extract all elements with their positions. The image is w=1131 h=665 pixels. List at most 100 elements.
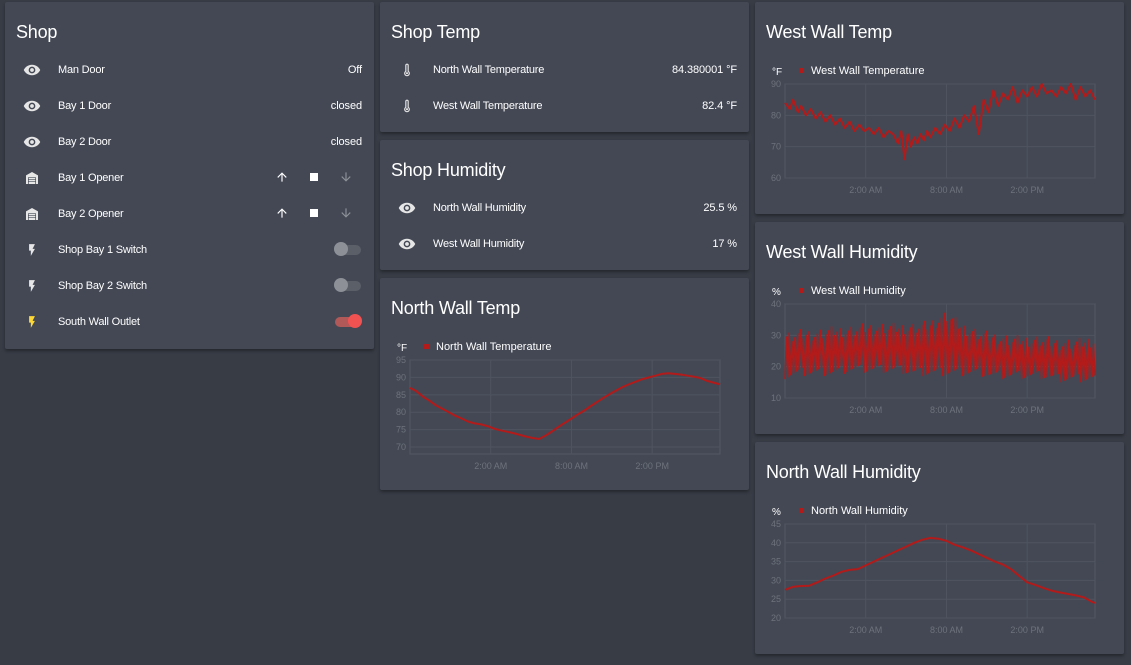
card-title: Shop — [16, 22, 58, 42]
eye-icon — [20, 130, 44, 154]
stop-cover-button[interactable] — [298, 166, 330, 190]
toggle-knob — [334, 278, 348, 292]
x-tick-label: 2:00 AM — [849, 185, 882, 195]
y-tick-label: 40 — [771, 299, 781, 309]
cover-controls — [266, 166, 362, 190]
north-wall-temp-card[interactable]: North Wall Temp °F North Wall Temperature… — [380, 278, 749, 490]
north-wall-humidity-card[interactable]: North Wall Humidity % North Wall Humidity… — [755, 442, 1124, 654]
entity-row: West Wall Temperature 82.4 °F — [380, 88, 749, 124]
legend-label[interactable]: West Wall Humidity — [811, 285, 906, 297]
y-tick-label: 90 — [771, 79, 781, 89]
eye-icon — [395, 196, 419, 220]
close-cover-button[interactable] — [330, 166, 362, 190]
x-tick-label: 8:00 AM — [555, 461, 588, 471]
y-tick-label: 80 — [771, 110, 781, 120]
stop-icon — [308, 207, 320, 222]
entity-label: South Wall Outlet — [58, 316, 140, 328]
series-line — [784, 83, 1096, 161]
entity-state: closed — [330, 100, 362, 112]
west-wall-humidity-card[interactable]: West Wall Humidity % West Wall Humidity 10… — [755, 222, 1124, 434]
y-tick-label: 30 — [771, 330, 781, 340]
entity-row: Bay 2 Door closed — [5, 124, 374, 160]
y-tick-label: 30 — [771, 575, 781, 585]
series-line — [784, 536, 1096, 604]
garage-icon — [20, 166, 44, 190]
toggle-switch[interactable] — [334, 240, 362, 260]
north-wall-humidity-chart[interactable]: % North Wall Humidity 20 25 30 35 40 45 2:00 AM 8… — [755, 442, 1124, 654]
entity-state: 84.380001 °F — [672, 64, 737, 76]
legend-swatch — [799, 288, 804, 293]
open-cover-button[interactable] — [266, 202, 298, 226]
x-tick-label: 2:00 PM — [1010, 405, 1044, 415]
y-tick-label: 80 — [396, 407, 406, 417]
entity-row: North Wall Humidity 25.5 % — [380, 190, 749, 226]
unit-label: % — [772, 287, 781, 298]
y-tick-label: 90 — [396, 372, 406, 382]
y-tick-label: 60 — [771, 173, 781, 183]
entity-row: West Wall Humidity 17 % — [380, 226, 749, 262]
y-tick-label: 20 — [771, 362, 781, 372]
stop-cover-button[interactable] — [298, 202, 330, 226]
eye-icon — [20, 94, 44, 118]
thermometer-icon — [395, 58, 419, 82]
series-line — [784, 312, 1096, 383]
west-wall-temp-card[interactable]: West Wall Temp °F West Wall Temperature 60… — [755, 2, 1124, 214]
cover-controls — [266, 202, 362, 226]
entity-state: 82.4 °F — [702, 100, 737, 112]
thermometer-icon — [395, 94, 419, 118]
eye-icon — [20, 58, 44, 82]
entity-row[interactable]: Bay 2 Opener — [5, 196, 374, 232]
toggle-knob — [348, 314, 362, 328]
x-tick-label: 2:00 PM — [635, 461, 669, 471]
north-wall-temp-chart[interactable]: °F North Wall Temperature 70 75 80 85 90 95 2:00… — [380, 278, 749, 490]
arrow-down-icon — [339, 170, 353, 187]
legend-label[interactable]: North Wall Humidity — [811, 505, 908, 517]
open-cover-button[interactable] — [266, 166, 298, 190]
x-tick-label: 2:00 AM — [849, 405, 882, 415]
x-tick-label: 2:00 AM — [474, 461, 507, 471]
y-tick-label: 85 — [396, 390, 406, 400]
lightning-icon — [20, 310, 44, 334]
y-tick-label: 20 — [771, 613, 781, 623]
shop-humidity-card: Shop Humidity North Wall Humidity 25.5 % W… — [380, 140, 749, 270]
y-tick-label: 40 — [771, 538, 781, 548]
entity-row: Bay 1 Door closed — [5, 88, 374, 124]
toggle-switch[interactable] — [334, 312, 362, 332]
y-tick-label: 95 — [396, 355, 406, 365]
garage-icon — [20, 202, 44, 226]
west-wall-humidity-chart[interactable]: % West Wall Humidity 10 20 30 40 2:00 AM 8:00 A… — [755, 222, 1124, 434]
arrow-up-icon — [275, 206, 289, 223]
unit-label: °F — [772, 67, 782, 78]
entity-state: closed — [330, 136, 362, 148]
close-cover-button[interactable] — [330, 202, 362, 226]
stop-icon — [308, 171, 320, 186]
entity-label: Bay 1 Opener — [58, 172, 124, 184]
entity-state: 25.5 % — [703, 202, 737, 214]
entity-label: West Wall Humidity — [433, 238, 525, 250]
y-tick-label: 70 — [396, 442, 406, 452]
y-tick-label: 35 — [771, 557, 781, 567]
series-spikes — [784, 312, 1096, 383]
entity-row[interactable]: Shop Bay 1 Switch — [5, 232, 374, 268]
y-tick-label: 10 — [771, 393, 781, 403]
entity-state: 17 % — [712, 238, 737, 250]
eye-icon — [395, 232, 419, 256]
entity-label: Bay 2 Door — [58, 136, 112, 148]
entity-row[interactable]: South Wall Outlet — [5, 304, 374, 340]
legend-swatch — [799, 68, 804, 73]
entity-row: North Wall Temperature 84.380001 °F — [380, 52, 749, 88]
legend-label[interactable]: North Wall Temperature — [436, 341, 552, 353]
entity-row[interactable]: Bay 1 Opener — [5, 160, 374, 196]
entity-row[interactable]: Shop Bay 2 Switch — [5, 268, 374, 304]
y-tick-label: 75 — [396, 425, 406, 435]
plot-frame — [784, 83, 1096, 179]
shop-temp-card: Shop Temp North Wall Temperature 84.38000… — [380, 2, 749, 132]
lightning-icon — [20, 238, 44, 262]
west-wall-temp-chart[interactable]: °F West Wall Temperature 60 70 80 90 2:00 AM 8:… — [755, 2, 1124, 214]
x-tick-label: 8:00 AM — [930, 405, 963, 415]
y-tick-label: 25 — [771, 594, 781, 604]
entity-label: North Wall Humidity — [433, 202, 526, 214]
toggle-switch[interactable] — [334, 276, 362, 296]
entity-label: West Wall Temperature — [433, 100, 543, 112]
legend-label[interactable]: West Wall Temperature — [811, 65, 925, 77]
